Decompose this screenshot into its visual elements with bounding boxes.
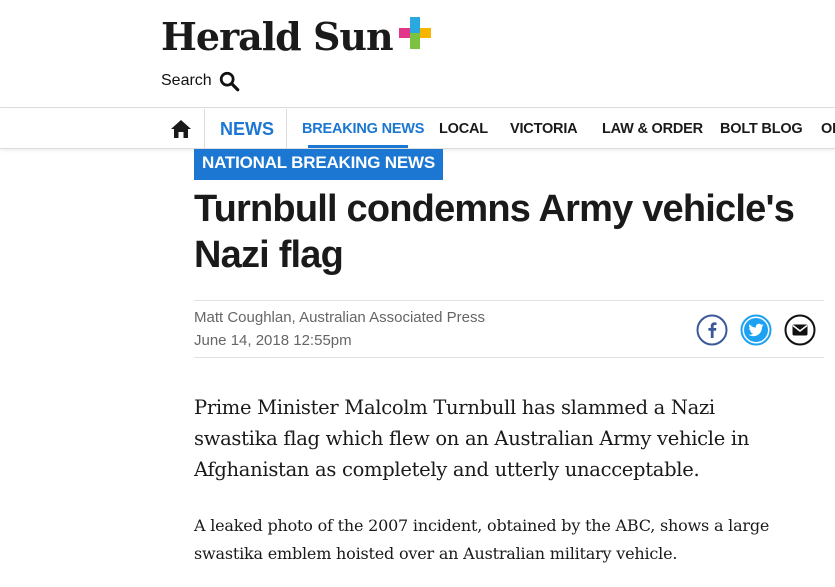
nav-item-bolt-blog[interactable]: BOLT BLOG bbox=[720, 121, 803, 137]
byline: Matt Coughlan, Australian Associated Pre… bbox=[194, 300, 824, 358]
article-paragraph: A leaked photo of the 2007 incident, obt… bbox=[194, 516, 770, 563]
article-lead: Prime Minister Malcolm Turnbull has slam… bbox=[194, 396, 750, 481]
byline-date: June 14, 2018 12:55pm bbox=[194, 332, 352, 349]
twitter-icon[interactable] bbox=[740, 314, 772, 346]
nav-item-law-order[interactable]: LAW & ORDER bbox=[602, 121, 703, 137]
search-button[interactable]: Search bbox=[161, 70, 240, 92]
active-nav-indicator bbox=[308, 145, 408, 148]
home-icon[interactable] bbox=[170, 119, 192, 139]
search-icon bbox=[219, 71, 240, 92]
nav-section-news[interactable]: NEWS bbox=[220, 119, 274, 140]
nav-divider bbox=[286, 109, 287, 149]
section-kicker[interactable]: NATIONAL BREAKING NEWS bbox=[194, 149, 443, 180]
nav-item-breaking-news[interactable]: BREAKING NEWS bbox=[302, 121, 424, 137]
search-label: Search bbox=[161, 72, 212, 89]
nav-item-opinion[interactable]: OP bbox=[821, 121, 835, 137]
nav-item-victoria[interactable]: VICTORIA bbox=[510, 121, 578, 137]
herald-sun-logo[interactable]: Herald Sun bbox=[161, 14, 431, 59]
main-navigation: NEWS BREAKING NEWS LOCAL VICTORIA LAW & … bbox=[0, 109, 835, 149]
facebook-icon[interactable] bbox=[696, 314, 728, 346]
logo-plus-icon bbox=[398, 16, 431, 49]
nav-item-local[interactable]: LOCAL bbox=[439, 121, 488, 137]
email-icon[interactable] bbox=[784, 314, 816, 346]
nav-divider bbox=[204, 109, 205, 149]
article-headline: Turnbull condemns Army vehicle's Nazi fl… bbox=[194, 188, 795, 276]
masthead: Herald Sun Search bbox=[0, 0, 835, 108]
byline-author: Matt Coughlan, Australian Associated Pre… bbox=[194, 309, 485, 326]
logo-text: Herald Sun bbox=[161, 14, 394, 59]
